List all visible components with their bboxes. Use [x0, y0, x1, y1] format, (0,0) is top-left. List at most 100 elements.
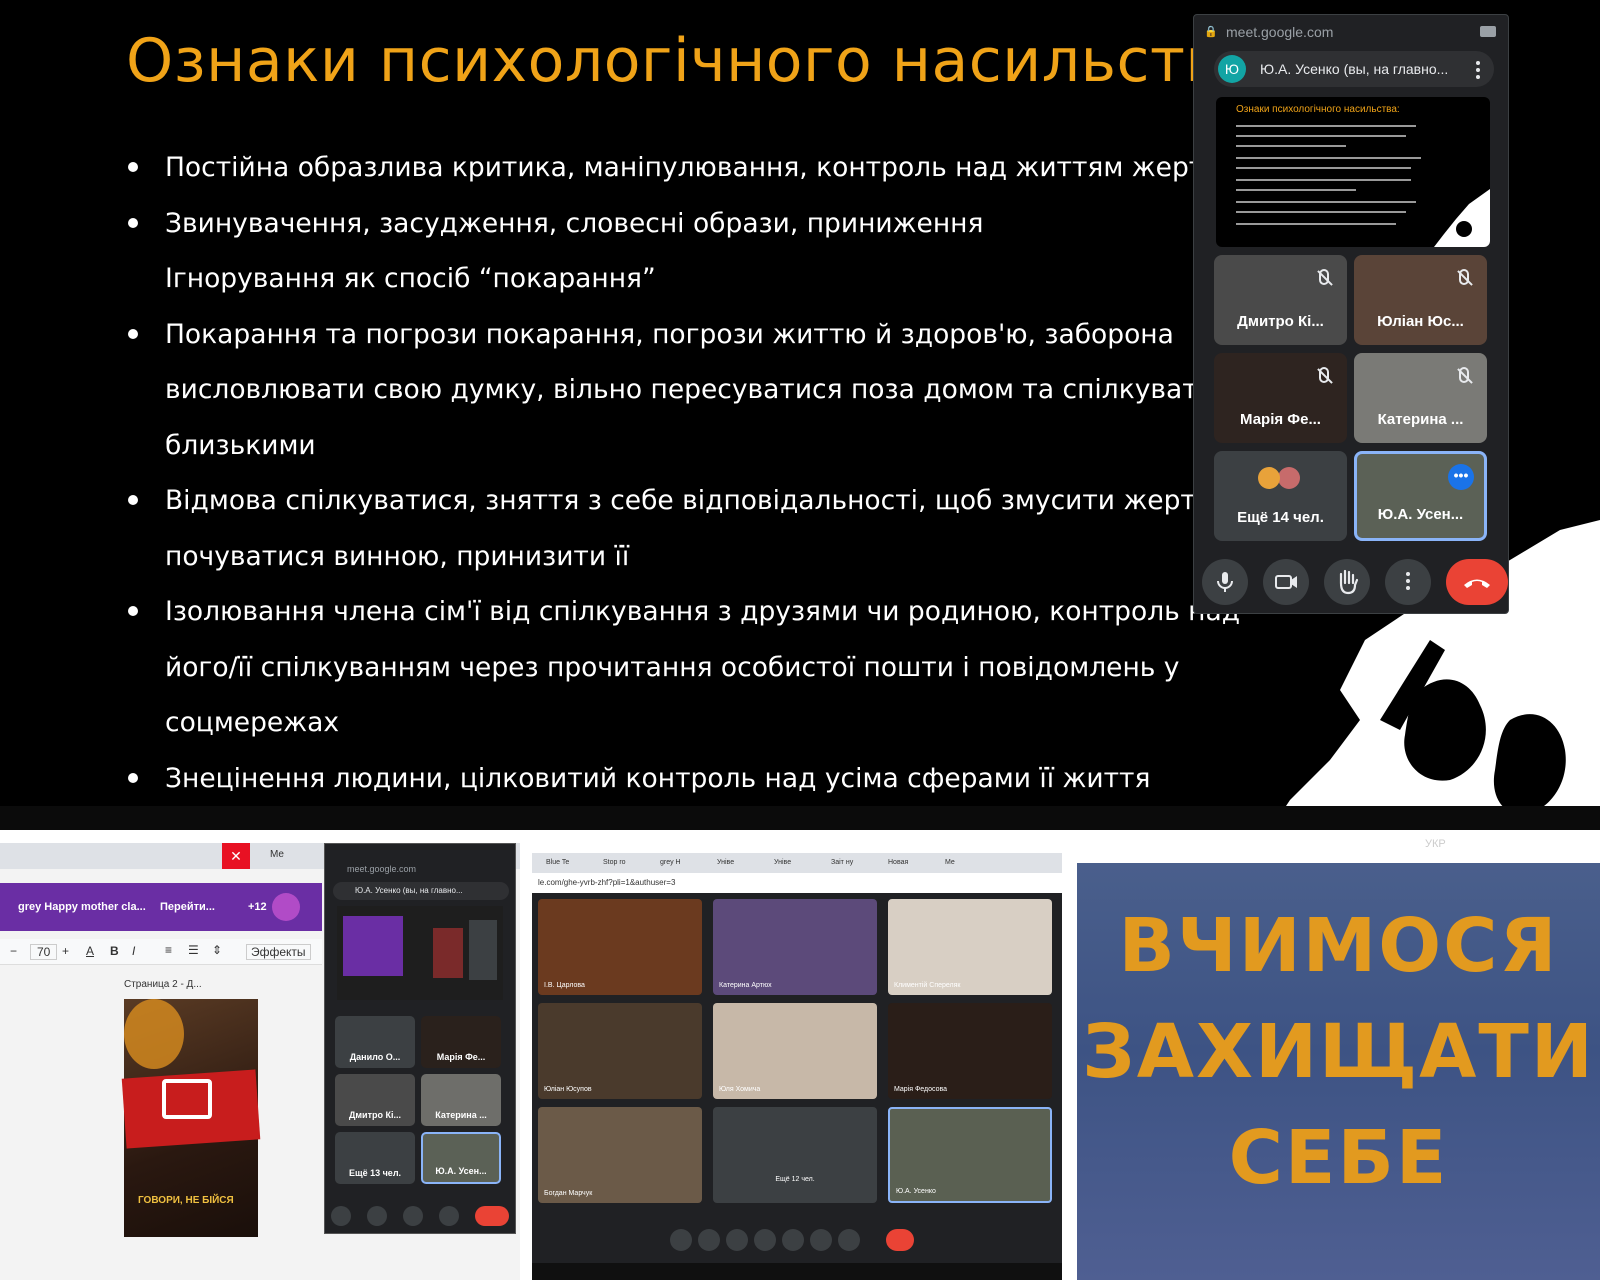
poster-caption[interactable]: ГОВОРИ, НЕ БІЙСЯ — [138, 1195, 234, 1206]
bullet-continuation: почуватися винною, принизити її — [165, 540, 630, 572]
grid-participant-name: Марія Федосова — [894, 1086, 948, 1093]
grid-participant-tile[interactable]: Юля Хомича — [713, 1003, 877, 1099]
bullet-item: Покарання та погрози покарання, погрози … — [125, 307, 1205, 363]
grid-mic-button[interactable] — [670, 1229, 692, 1251]
participant-name: Ещё 14 чел. — [1237, 509, 1324, 526]
grid-participant-tile[interactable]: Ещё 12 чел. — [713, 1107, 877, 1203]
format-toolbar: − 70 + A B I ≡ ☰ ⇕ Эффекты — [0, 939, 322, 965]
presenter-chip[interactable]: Ю.А. Усенко (вы, на главно... — [1214, 51, 1494, 87]
small-shared-screen[interactable] — [337, 906, 503, 1000]
italic-icon[interactable]: I — [132, 944, 135, 958]
grid-participant-tile[interactable]: Марія Федосова — [888, 1003, 1052, 1099]
collaborators-count: +12 — [248, 901, 267, 913]
taskbar-clock: 14:21 — [1470, 832, 1506, 848]
grid-participant-tile[interactable]: І.В. Царлова — [538, 899, 702, 995]
small-camera-button[interactable] — [367, 1206, 387, 1226]
grid-hand-button[interactable] — [810, 1229, 832, 1251]
grid-participant-tile[interactable]: Ю.А. Усенко — [888, 1107, 1052, 1203]
small-meet-window[interactable]: meet.google.com Ю.А. Усенко (вы, на глав… — [324, 843, 516, 1234]
presenter-more-icon[interactable] — [1476, 61, 1480, 79]
participant-tile[interactable]: Ещё 14 чел. — [1214, 451, 1347, 541]
small-participant-name: Марія Фе... — [436, 1052, 486, 1062]
participant-tile[interactable]: Юліан Юс... — [1354, 255, 1487, 345]
camera-button[interactable] — [1263, 559, 1309, 605]
browser-tab[interactable]: Blue Te — [546, 859, 569, 866]
bullet-continuation: висловлювати свою думку, вільно пересува… — [165, 374, 1268, 405]
align-icon[interactable]: ≡ — [165, 943, 172, 957]
browser-tab[interactable]: grey H — [660, 859, 681, 866]
spacing-icon[interactable]: ⇕ — [212, 943, 222, 957]
keyboard-language[interactable]: УКР — [1425, 838, 1446, 850]
small-end-call-button[interactable] — [475, 1206, 509, 1226]
browser-tab[interactable]: Заіт ну — [831, 859, 853, 866]
tab-meet[interactable]: Me — [270, 849, 284, 860]
grid-participant-name: Ю.А. Усенко — [896, 1188, 936, 1195]
browser-tab[interactable]: Уніве — [717, 859, 734, 866]
grid-more-button[interactable] — [838, 1229, 860, 1251]
more-options-button[interactable] — [1385, 559, 1431, 605]
small-participant-tile[interactable]: Катерина ... — [421, 1074, 501, 1126]
slogan-banner: ВЧИМОСЯ ЗАХИЩАТИ СЕБЕ — [1077, 863, 1600, 1280]
small-more-button[interactable] — [439, 1206, 459, 1226]
small-participant-name: Катерина ... — [435, 1110, 487, 1120]
open-button[interactable]: Перейти... — [160, 901, 215, 913]
design-title-bar: grey Happy mother cla... Перейти... +12 — [0, 883, 322, 931]
bullet-continuation: його/її спілкуванням через прочитання ос… — [165, 651, 1180, 683]
small-participant-tile[interactable]: Марія Фе... — [421, 1016, 501, 1068]
decrease-size-button[interactable]: − — [10, 944, 17, 958]
small-participant-tile[interactable]: Данило О... — [335, 1016, 415, 1068]
participant-name: Юліан Юс... — [1377, 313, 1464, 330]
shared-screen-preview[interactable]: Ознаки психологічного насильства: — [1216, 97, 1490, 247]
sunflower-shape — [124, 999, 184, 1069]
mic-off-icon — [1459, 367, 1469, 383]
design-page[interactable]: ГОВОРИ, НЕ БІЙСЯ — [121, 999, 261, 1237]
participant-tile[interactable]: Катерина ... — [1354, 353, 1487, 443]
grid-emoji-button[interactable] — [754, 1229, 776, 1251]
design-title[interactable]: grey Happy mother cla... — [18, 901, 146, 913]
participant-tile[interactable]: Марія Фе... — [1214, 353, 1347, 443]
grid-participant-name: Богдан Марчук — [544, 1190, 593, 1197]
grid-end-call-button[interactable] — [886, 1229, 914, 1251]
small-presenter-chip[interactable]: Ю.А. Усенко (вы, на главно... — [333, 882, 509, 900]
grid-present-button[interactable] — [782, 1229, 804, 1251]
small-participant-tile[interactable]: Дмитро Кі... — [335, 1074, 415, 1126]
small-hand-button[interactable] — [403, 1206, 423, 1226]
participant-name: Ю.А. Усен... — [1377, 506, 1464, 523]
grid-participant-tile[interactable]: Катерина Артюх — [713, 899, 877, 995]
speaking-indicator-icon: ••• — [1448, 464, 1474, 490]
browser-tab[interactable]: Уніве — [774, 859, 791, 866]
raise-hand-button[interactable] — [1324, 559, 1370, 605]
effects-button[interactable]: Эффекты — [246, 944, 311, 960]
grid-camera-button[interactable] — [698, 1229, 720, 1251]
grid-participant-tile[interactable]: Климентій Спереляк — [888, 899, 1052, 995]
text-color-icon[interactable]: A — [86, 944, 94, 958]
grid-captions-button[interactable] — [726, 1229, 748, 1251]
presenter-label: Ю.А. Усенко (вы, на главно... — [1260, 61, 1449, 77]
browser-tab[interactable]: Me — [945, 859, 955, 866]
increase-size-button[interactable]: + — [62, 944, 69, 958]
end-call-icon — [1464, 579, 1490, 588]
font-size-input[interactable]: 70 — [30, 944, 58, 960]
windows-taskbar — [0, 806, 1600, 830]
bold-icon[interactable]: B — [110, 944, 119, 958]
small-mic-button[interactable] — [331, 1206, 351, 1226]
meet-pip-window[interactable]: meet.google.com Ю.А. Усенко (вы, на глав… — [1193, 14, 1509, 614]
browser-tab[interactable]: Stop ro — [603, 859, 626, 866]
participant-tile[interactable]: ••• Ю.А. Усен... — [1354, 451, 1487, 541]
grid-participant-name: Климентій Спереляк — [894, 982, 961, 989]
end-call-button[interactable] — [1446, 559, 1508, 605]
browser-tab[interactable]: Новая — [888, 859, 908, 866]
grid-participant-name: Юліан Юсупов — [544, 1086, 592, 1093]
address-bar[interactable]: le.com/ghe-yvrb-zhf?pli=1&authuser=3 — [532, 873, 1062, 893]
list-icon[interactable]: ☰ — [188, 943, 199, 957]
collaborator-avatar — [272, 893, 300, 921]
grid-participant-name: Юля Хомича — [719, 1086, 761, 1093]
grid-participant-tile[interactable]: Юліан Юсупов — [538, 1003, 702, 1099]
meet-url: meet.google.com — [1202, 21, 1492, 43]
participant-tile[interactable]: Дмитро Кі... — [1214, 255, 1347, 345]
small-participant-tile[interactable]: Ю.А. Усен... — [421, 1132, 501, 1184]
window-close-button[interactable]: ✕ — [222, 843, 250, 869]
grid-participant-tile[interactable]: Богдан Марчук — [538, 1107, 702, 1203]
small-participant-tile[interactable]: Ещё 13 чел. — [335, 1132, 415, 1184]
mic-button[interactable] — [1202, 559, 1248, 605]
